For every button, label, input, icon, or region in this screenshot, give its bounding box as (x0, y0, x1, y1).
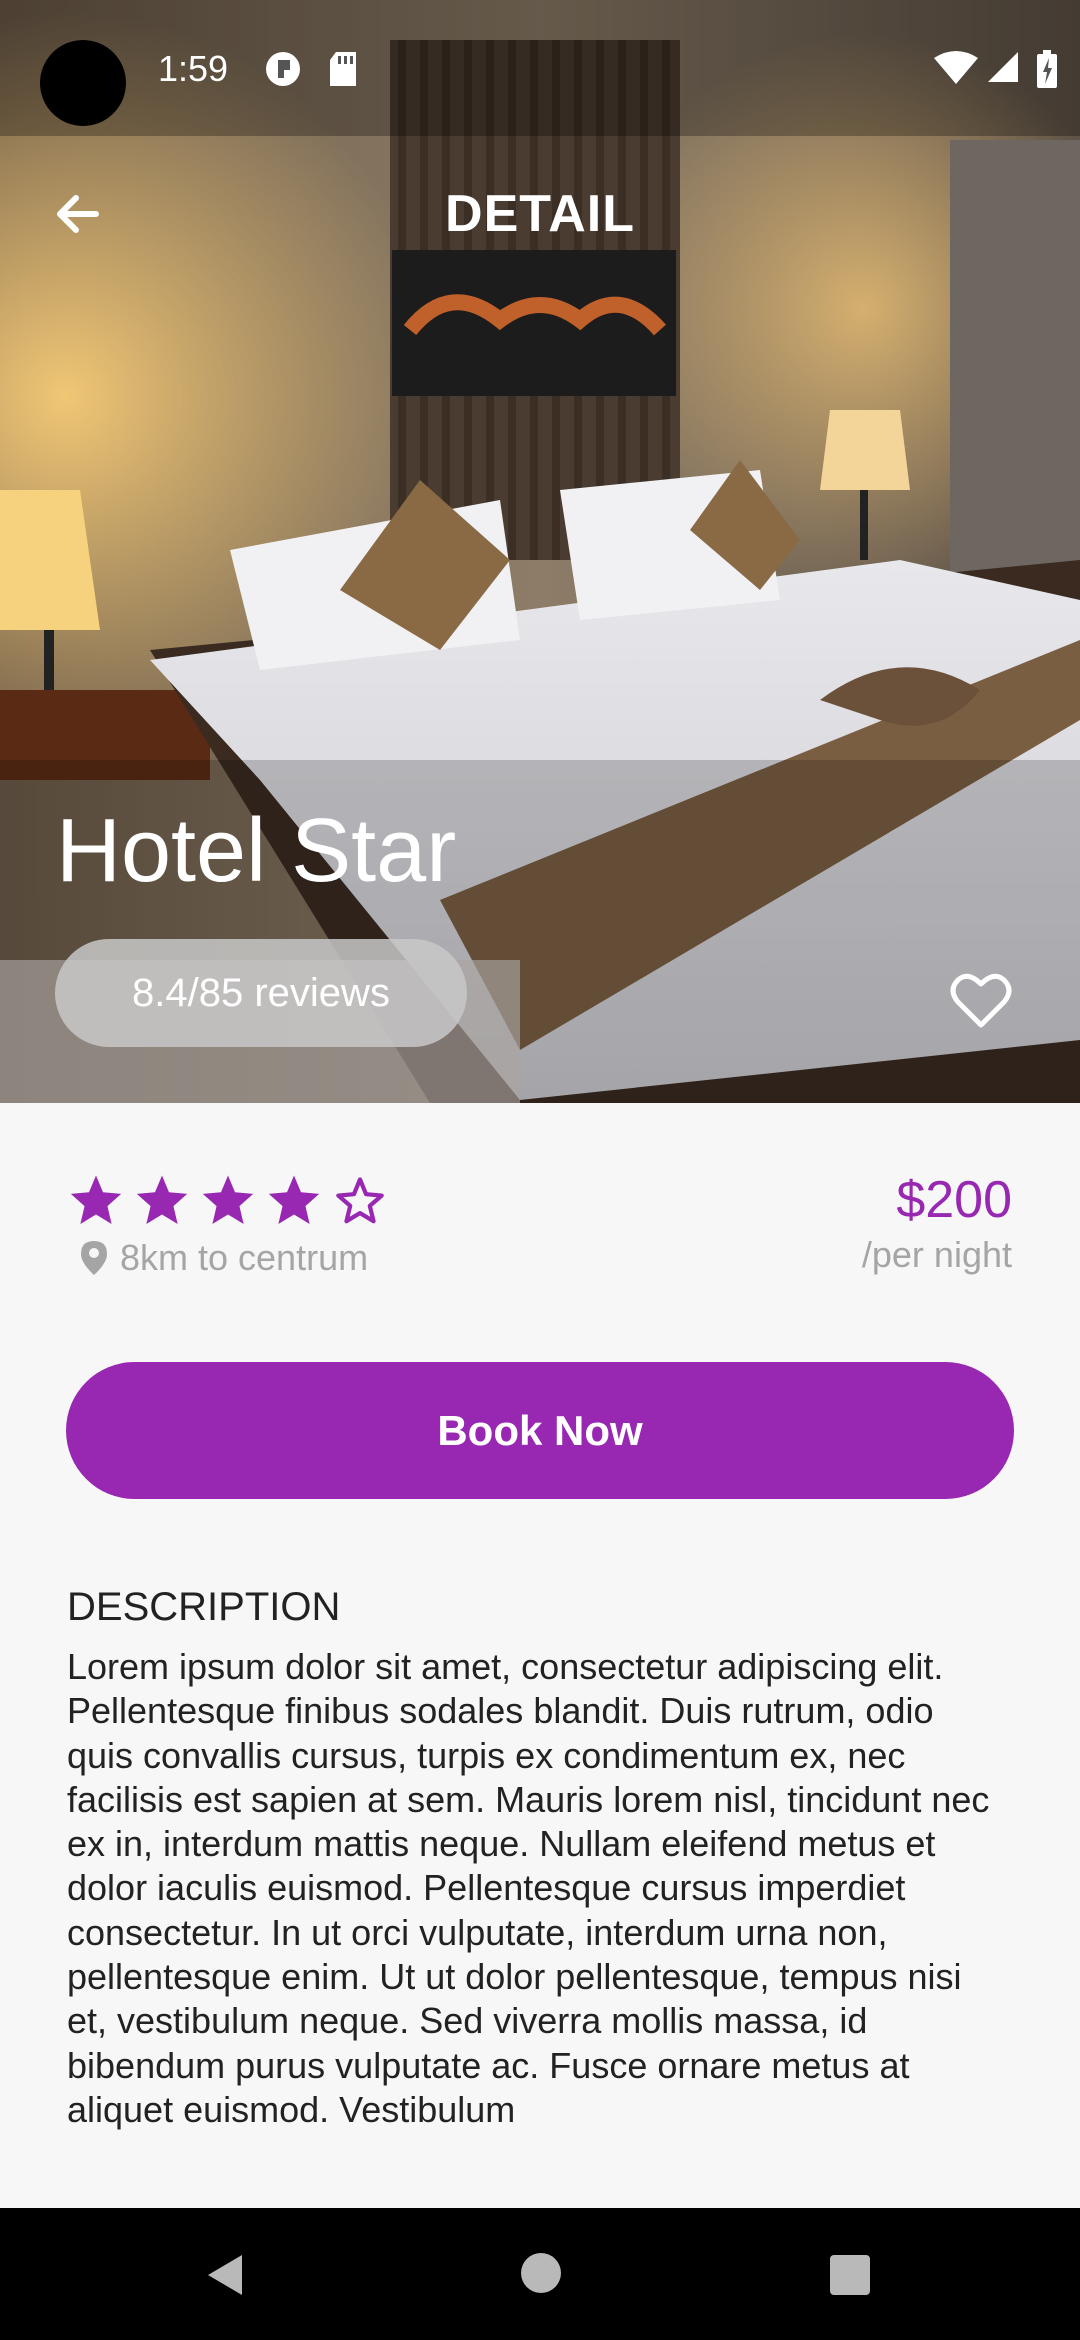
nav-recents-icon[interactable] (830, 2255, 870, 2295)
star-outline-icon (336, 1177, 384, 1224)
nav-back-icon[interactable] (206, 2253, 246, 2297)
data-saver-icon (266, 52, 300, 86)
status-bar: 1:59 (0, 0, 1080, 136)
star-icon (136, 1175, 188, 1225)
book-now-button[interactable]: Book Now (66, 1362, 1014, 1499)
cell-signal-icon (988, 52, 1018, 82)
star-icon (202, 1175, 254, 1225)
rating-stars (68, 1172, 388, 1228)
heart-outline-icon[interactable] (950, 972, 1012, 1030)
location-row: 8km to centrum (80, 1237, 368, 1279)
nav-home-icon[interactable] (521, 2253, 561, 2293)
battery-icon (1037, 50, 1057, 88)
reviews-badge[interactable]: 8.4/85 reviews (55, 939, 467, 1047)
sd-card-icon (330, 52, 356, 86)
page-title: DETAIL (445, 185, 635, 243)
distance-text: 8km to centrum (120, 1237, 369, 1278)
hotel-name: Hotel Star (56, 801, 457, 901)
front-camera-cutout (40, 40, 126, 126)
star-icon (268, 1175, 320, 1225)
hero-image: 1:59 DETAIL Hotel Star 8.4/85 reviews (0, 0, 1080, 1103)
star-icon (70, 1175, 122, 1225)
location-pin-icon (81, 1241, 107, 1275)
wifi-icon (934, 51, 978, 84)
status-time: 1:59 (158, 48, 229, 89)
description-heading: DESCRIPTION (67, 1585, 341, 1629)
price-unit: /per night (861, 1234, 1012, 1275)
hotel-room-photo (0, 0, 1080, 1103)
description-text: Lorem ipsum dolor sit amet, consectetur … (67, 1646, 990, 2130)
price-value: $200 (896, 1171, 1012, 1229)
